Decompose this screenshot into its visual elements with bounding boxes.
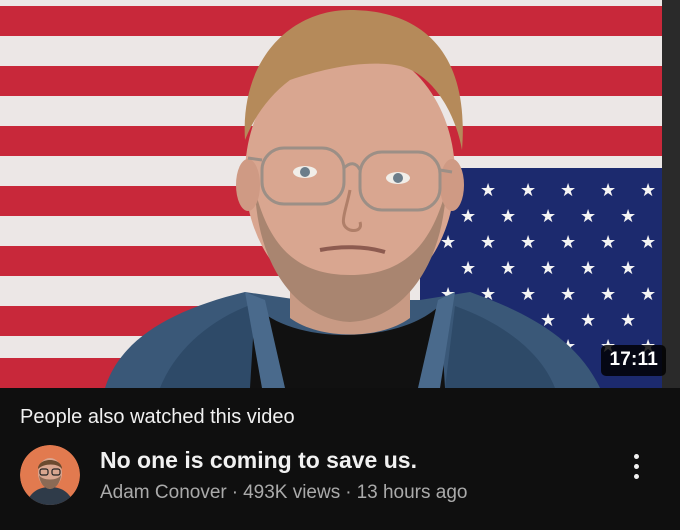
svg-text:★: ★ xyxy=(500,258,516,279)
svg-text:★: ★ xyxy=(480,180,496,201)
svg-text:★: ★ xyxy=(600,232,616,253)
video-title[interactable]: No one is coming to save us. xyxy=(100,447,417,474)
svg-text:★: ★ xyxy=(580,310,596,331)
more-vert-icon[interactable] xyxy=(624,446,648,486)
svg-text:★: ★ xyxy=(500,206,516,227)
svg-text:★: ★ xyxy=(600,180,616,201)
svg-text:★: ★ xyxy=(540,206,556,227)
svg-text:★: ★ xyxy=(640,284,656,305)
svg-text:★: ★ xyxy=(600,284,616,305)
svg-text:★: ★ xyxy=(520,284,536,305)
svg-text:★: ★ xyxy=(540,258,556,279)
svg-text:★: ★ xyxy=(640,232,656,253)
meta-separator: · xyxy=(345,482,352,503)
svg-text:★: ★ xyxy=(620,258,636,279)
view-count: 493K views xyxy=(243,482,341,503)
svg-text:★: ★ xyxy=(620,206,636,227)
kebab-dot xyxy=(633,453,639,459)
channel-avatar[interactable] xyxy=(20,445,80,505)
svg-text:★: ★ xyxy=(580,258,596,279)
kebab-dot xyxy=(633,473,639,479)
avatar-image xyxy=(20,445,80,505)
duration-badge: 17:11 xyxy=(601,345,666,376)
meta-separator: · xyxy=(231,482,239,503)
svg-text:★: ★ xyxy=(620,310,636,331)
svg-text:★: ★ xyxy=(640,180,656,201)
video-meta: Adam Conover · 493K views · 13 hours ago xyxy=(100,482,467,504)
svg-text:★: ★ xyxy=(520,232,536,253)
svg-text:★: ★ xyxy=(460,258,476,279)
svg-text:★: ★ xyxy=(580,206,596,227)
section-header: People also watched this video xyxy=(20,406,295,428)
video-thumbnail[interactable]: ★★★★★★ ★★★★★ ★★★★★★ ★★★★★ ★★★★★★ ★★★★★ ★… xyxy=(0,0,680,388)
svg-text:★: ★ xyxy=(460,206,476,227)
channel-name[interactable]: Adam Conover xyxy=(100,482,227,503)
thumbnail-image: ★★★★★★ ★★★★★ ★★★★★★ ★★★★★ ★★★★★★ ★★★★★ ★… xyxy=(0,0,680,388)
video-item[interactable]: No one is coming to save us. Adam Conove… xyxy=(0,440,680,520)
svg-text:★: ★ xyxy=(560,284,576,305)
svg-text:★: ★ xyxy=(520,180,536,201)
svg-text:★: ★ xyxy=(560,232,576,253)
upload-age: 13 hours ago xyxy=(356,482,468,503)
svg-text:★: ★ xyxy=(560,180,576,201)
kebab-dot xyxy=(633,463,639,469)
svg-text:★: ★ xyxy=(480,232,496,253)
